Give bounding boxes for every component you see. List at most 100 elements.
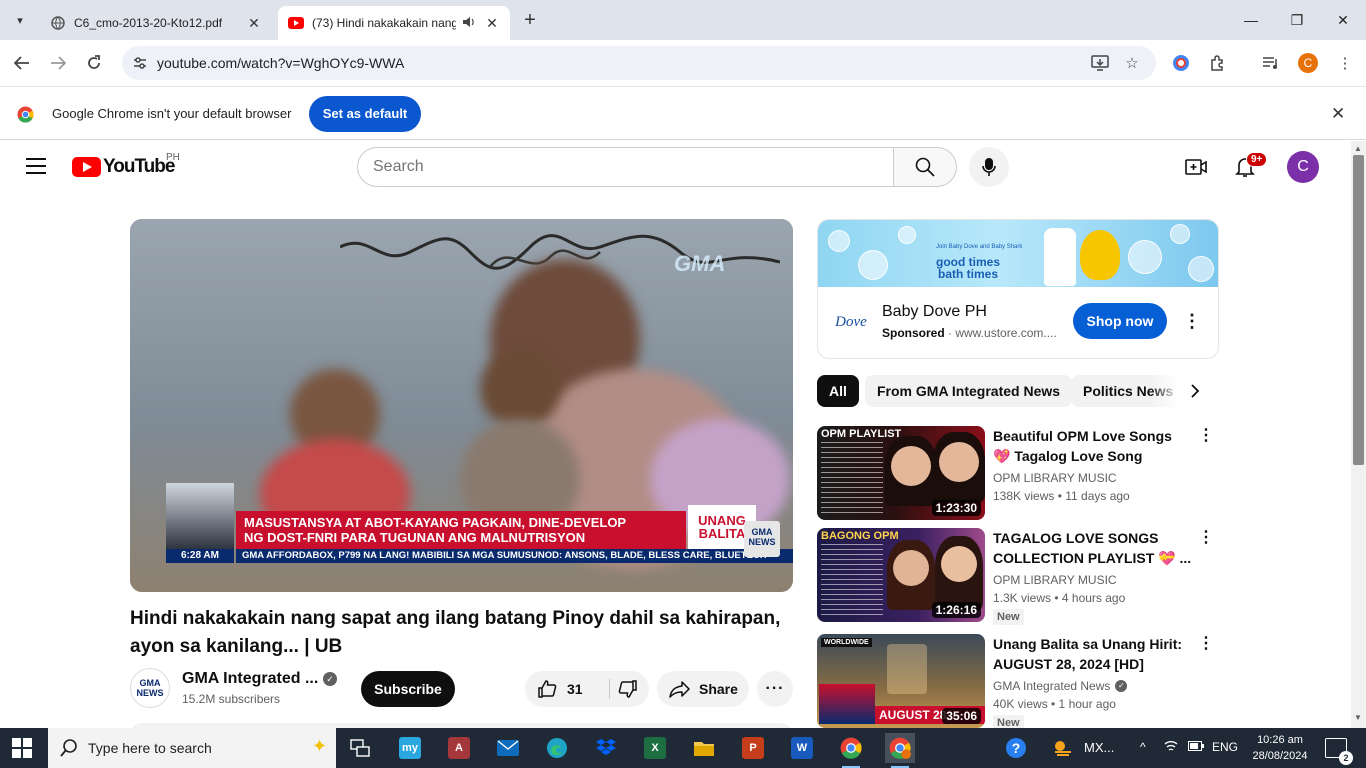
video-thumbnail[interactable]: WORLDWIDE AUGUST 28, 35:06: [817, 634, 985, 728]
recommendation-channel[interactable]: OPM LIBRARY MUSIC: [993, 471, 1117, 485]
new-tab-button[interactable]: +: [518, 9, 542, 33]
bookmark-star-icon[interactable]: ☆: [1122, 54, 1142, 72]
channel-logo-line-1: GMA: [139, 678, 161, 688]
notification-center-icon[interactable]: 2: [1325, 738, 1353, 765]
chevron-right-icon[interactable]: [1180, 375, 1210, 407]
powerpoint-icon[interactable]: P: [738, 733, 768, 763]
recommendation-title[interactable]: Unang Balita sa Unang Hirit: AUGUST 28, …: [993, 634, 1193, 674]
chrome-taskbar-icon[interactable]: [836, 733, 866, 768]
street-scene-image: [887, 644, 927, 694]
hamburger-menu-icon[interactable]: [26, 158, 46, 174]
tab-close-icon[interactable]: ✕: [246, 15, 262, 32]
recommendation-item[interactable]: BAGONG OPM 1:26:16 TAGALOG LOVE SONGS CO…: [817, 528, 1219, 625]
recommendation-options-icon[interactable]: ⋮: [1197, 426, 1215, 450]
ad-options-icon[interactable]: ⋮: [1182, 308, 1202, 334]
account-avatar[interactable]: C: [1287, 151, 1319, 183]
tab-youtube[interactable]: (73) Hindi nakakakain nang ✕: [278, 6, 510, 40]
recommendation-meta: 40K views • 1 hour ago: [993, 697, 1116, 711]
taskbar-search[interactable]: Type here to search ✦: [48, 728, 336, 768]
tray-app-label[interactable]: MX...: [1084, 740, 1114, 755]
chip-all[interactable]: All: [817, 375, 859, 407]
scroll-down-icon[interactable]: ▼: [1354, 713, 1362, 722]
profile-avatar[interactable]: C: [1298, 53, 1318, 73]
minimize-icon[interactable]: —: [1236, 8, 1266, 32]
tab-pdf[interactable]: C6_cmo-2013-20-Kto12.pdf ✕: [40, 6, 272, 40]
extension-color-icon[interactable]: [1170, 52, 1192, 74]
mail-icon[interactable]: [493, 733, 523, 763]
site-info-icon[interactable]: [132, 55, 148, 71]
like-button[interactable]: 31: [537, 679, 583, 699]
recommendation-options-icon[interactable]: ⋮: [1197, 634, 1215, 658]
language-indicator[interactable]: ENG: [1212, 740, 1238, 754]
tray-overflow-icon[interactable]: ^: [1140, 740, 1146, 754]
chip-from-gma[interactable]: From GMA Integrated News: [865, 375, 1073, 407]
video-duration: 1:23:30: [931, 500, 981, 516]
file-explorer-icon[interactable]: [689, 733, 719, 763]
ad-banner-image[interactable]: Join Baby Dove and Baby Shark good times…: [818, 220, 1218, 287]
set-as-default-button[interactable]: Set as default: [309, 96, 421, 132]
chrome-profile-taskbar-icon[interactable]: [885, 733, 915, 768]
dislike-button[interactable]: [611, 679, 645, 699]
recommendation-title[interactable]: TAGALOG LOVE SONGS COLLECTION PLAYLIST 💝…: [993, 528, 1193, 568]
sponsored-ad-card[interactable]: Join Baby Dove and Baby Shark good times…: [817, 219, 1219, 359]
excel-icon[interactable]: X: [640, 733, 670, 763]
battery-icon[interactable]: [1188, 740, 1204, 754]
tab-search-icon[interactable]: ▾: [8, 8, 32, 32]
recommendation-channel[interactable]: GMA Integrated News ✓: [993, 679, 1128, 693]
recommendation-title[interactable]: Beautiful OPM Love Songs 💖 Tagalog Love …: [993, 426, 1193, 466]
scrollbar-thumb[interactable]: [1353, 155, 1364, 465]
reload-icon[interactable]: [80, 50, 108, 76]
recommendation-item[interactable]: OPM PLAYLIST 1:23:30 Beautiful OPM Love …: [817, 426, 1219, 520]
share-arrow-icon: [669, 681, 690, 698]
recommendation-options-icon[interactable]: ⋮: [1197, 528, 1215, 552]
share-button[interactable]: Share: [657, 671, 749, 707]
weather-icon[interactable]: [1048, 733, 1078, 763]
channel-avatar[interactable]: GMA NEWS: [130, 668, 170, 708]
video-thumbnail[interactable]: BAGONG OPM 1:26:16: [817, 528, 985, 622]
extensions-puzzle-icon[interactable]: [1207, 52, 1229, 74]
advertiser-name[interactable]: Baby Dove PH: [882, 303, 987, 321]
notifications-bell-icon[interactable]: 9+: [1233, 152, 1268, 179]
address-bar[interactable]: youtube.com/watch?v=WghOYc9-WWA ☆: [122, 46, 1156, 80]
dropbox-icon[interactable]: [591, 733, 621, 763]
back-icon[interactable]: [8, 50, 36, 76]
edge-browser-icon[interactable]: [542, 733, 572, 763]
install-app-icon[interactable]: [1090, 54, 1110, 72]
notification-count-badge: 9+: [1246, 152, 1268, 167]
advertiser-logo[interactable]: Dove: [831, 302, 871, 342]
search-input[interactable]: [373, 158, 873, 176]
recommendation-channel[interactable]: OPM LIBRARY MUSIC: [993, 573, 1117, 587]
access-app-icon[interactable]: A: [444, 733, 474, 763]
mylp-app-icon[interactable]: my: [395, 733, 425, 763]
tab-close-icon[interactable]: ✕: [484, 15, 500, 32]
task-view-icon[interactable]: [345, 733, 375, 763]
playlist-lines: [821, 442, 883, 516]
gma-news-corner-logo: GMA NEWS: [744, 521, 780, 557]
video-duration: 1:26:16: [931, 602, 981, 618]
more-actions-icon[interactable]: ···: [757, 671, 793, 707]
search-button[interactable]: [893, 147, 957, 187]
help-icon[interactable]: ?: [1001, 733, 1031, 763]
chrome-menu-icon[interactable]: ⋮: [1334, 52, 1356, 74]
video-player[interactable]: GMA 6:28 AM MASUSTANSYA AT ABOT-KAYANG P…: [130, 219, 793, 592]
voice-search-button[interactable]: [969, 147, 1009, 187]
chrome-logo-icon: [17, 106, 34, 123]
wifi-icon[interactable]: [1164, 740, 1178, 755]
word-icon[interactable]: W: [787, 733, 817, 763]
scroll-up-icon[interactable]: ▲: [1354, 144, 1362, 153]
infobar-close-icon[interactable]: ✕: [1331, 104, 1345, 124]
restore-icon[interactable]: ❐: [1282, 8, 1312, 32]
window-close-icon[interactable]: ✕: [1328, 8, 1358, 32]
subscribe-button[interactable]: Subscribe: [361, 671, 455, 707]
youtube-logo[interactable]: YouTube PH: [72, 152, 180, 177]
create-icon[interactable]: [1184, 156, 1208, 178]
shop-now-button[interactable]: Shop now: [1073, 303, 1167, 339]
speaker-icon[interactable]: [462, 16, 478, 31]
media-controls-icon[interactable]: [1260, 52, 1282, 74]
recommendation-item[interactable]: WORLDWIDE AUGUST 28, 35:06 Unang Balita …: [817, 634, 1219, 728]
video-thumbnail[interactable]: OPM PLAYLIST 1:23:30: [817, 426, 985, 520]
forward-icon[interactable]: [44, 50, 72, 76]
channel-name[interactable]: GMA Integrated ...: [182, 670, 318, 688]
system-clock[interactable]: 10:26 am 28/08/2024: [1252, 732, 1308, 764]
windows-start-icon[interactable]: [12, 738, 32, 758]
